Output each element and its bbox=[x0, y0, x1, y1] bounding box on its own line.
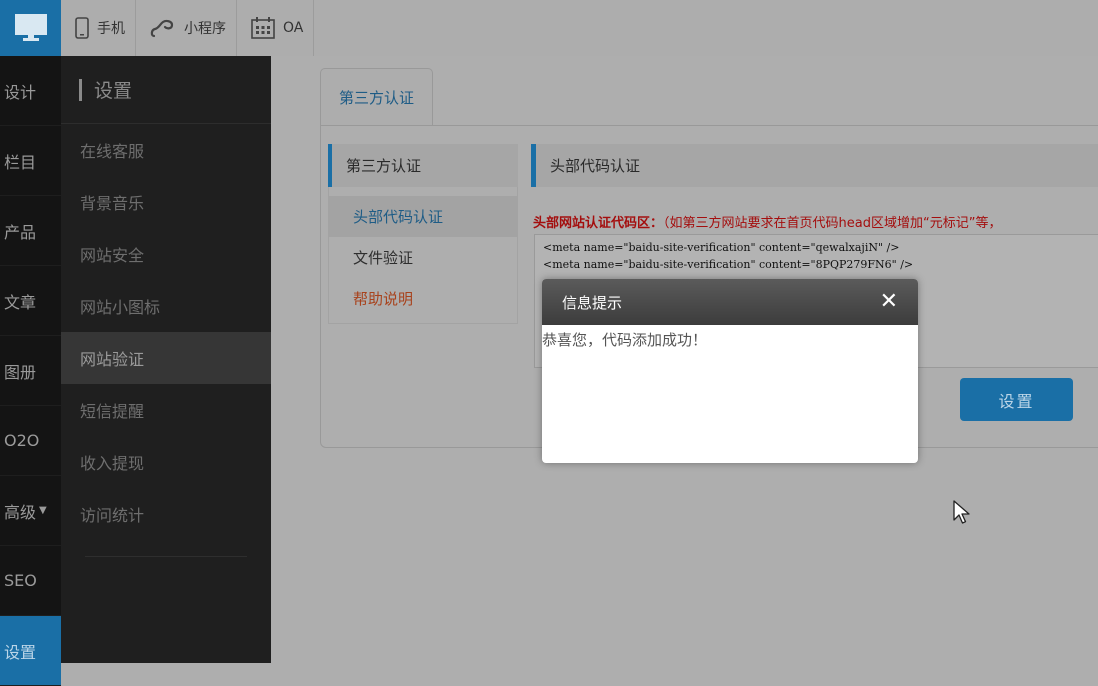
tab-third-party-auth[interactable]: 第三方认证 bbox=[320, 68, 433, 126]
mouse-cursor-icon bbox=[953, 500, 970, 524]
monitor-icon bbox=[14, 14, 47, 41]
rail-item-seo[interactable]: SEO bbox=[0, 546, 61, 616]
sidebar-item-label: 网站安全 bbox=[80, 246, 145, 265]
rail-item-o2o[interactable]: O2O bbox=[0, 406, 61, 476]
sidebar-item-online-service[interactable]: 在线客服 bbox=[61, 124, 271, 176]
subnav-item-file-verification[interactable]: 文件验证 bbox=[329, 237, 517, 278]
code-area-label: 头部网站认证代码区：（如第三方网站要求在首页代码head区域增加“元标记”等， bbox=[533, 212, 1098, 231]
subnav-list: 头部代码认证 文件验证 帮助说明 bbox=[328, 187, 518, 324]
rail-item-articles[interactable]: 文章 bbox=[0, 266, 61, 336]
title-bar-mark bbox=[79, 78, 82, 101]
rail-item-label: 文章 bbox=[4, 292, 37, 312]
sidebar-title: 设置 bbox=[61, 56, 271, 124]
info-dialog: 信息提示 ✕ 恭喜您，代码添加成功！ bbox=[542, 279, 918, 463]
rail-item-advanced[interactable]: 高级 ▼ bbox=[0, 476, 61, 546]
sidebar-item-visit-stats[interactable]: 访问统计 bbox=[61, 488, 271, 540]
subnav-item-label: 帮助说明 bbox=[353, 290, 414, 308]
rail-item-label: 设计 bbox=[4, 82, 37, 102]
rail-item-design[interactable]: 设计 bbox=[0, 56, 61, 126]
top-nav: 手机 小程序 OA bbox=[61, 0, 315, 56]
code-area-label-rest: （如第三方网站要求在首页代码head区域增加“元标记”等， bbox=[663, 216, 1002, 231]
rail-item-label: 产品 bbox=[4, 222, 37, 242]
subnav-item-label: 头部代码认证 bbox=[353, 208, 444, 226]
top-nav-phone[interactable]: 手机 bbox=[61, 0, 136, 56]
top-bar: 手机 小程序 OA bbox=[0, 0, 1098, 56]
top-nav-mini-program[interactable]: 小程序 bbox=[136, 0, 237, 56]
calendar-icon bbox=[251, 17, 275, 39]
sidebar-item-label: 短信提醒 bbox=[80, 402, 145, 421]
sidebar-item-withdrawal[interactable]: 收入提现 bbox=[61, 436, 271, 488]
subnav-item-help[interactable]: 帮助说明 bbox=[329, 278, 517, 319]
subnav-title: 第三方认证 bbox=[328, 144, 518, 187]
mini-program-icon bbox=[150, 16, 176, 40]
rail-item-columns[interactable]: 栏目 bbox=[0, 126, 61, 196]
sidebar-item-label: 网站小图标 bbox=[80, 298, 161, 317]
rail-item-label: 高级 bbox=[4, 502, 37, 522]
subnav-item-head-code[interactable]: 头部代码认证 bbox=[329, 196, 517, 237]
caret-down-icon: ▼ bbox=[39, 505, 47, 516]
rail-item-label: SEO bbox=[4, 571, 37, 590]
top-nav-label: OA bbox=[283, 20, 304, 36]
sidebar-item-label: 收入提现 bbox=[80, 454, 145, 473]
top-nav-oa[interactable]: OA bbox=[237, 0, 315, 56]
dialog-header: 信息提示 ✕ bbox=[542, 279, 918, 325]
code-area-label-bold: 头部网站认证代码区： bbox=[533, 216, 664, 231]
rail-item-products[interactable]: 产品 bbox=[0, 196, 61, 266]
phone-icon bbox=[75, 17, 89, 39]
sidebar-item-site-verification[interactable]: 网站验证 bbox=[61, 332, 271, 384]
sidebar-item-label: 网站验证 bbox=[80, 350, 145, 369]
rail-item-settings[interactable]: 设置 bbox=[0, 616, 61, 686]
sidebar-item-site-security[interactable]: 网站安全 bbox=[61, 228, 271, 280]
sidebar-item-background-music[interactable]: 背景音乐 bbox=[61, 176, 271, 228]
sidebar-item-label: 访问统计 bbox=[80, 506, 145, 525]
settings-sidebar: 设置 在线客服 背景音乐 网站安全 网站小图标 网站验证 短信提醒 收入提现 访… bbox=[61, 56, 271, 663]
top-nav-label: 手机 bbox=[97, 21, 125, 37]
main-rail: 设计 栏目 产品 文章 图册 O2O 高级 ▼ SEO 设置 bbox=[0, 56, 61, 686]
close-icon[interactable]: ✕ bbox=[880, 291, 898, 313]
rail-item-label: 设置 bbox=[4, 642, 37, 662]
sidebar-item-label: 背景音乐 bbox=[80, 194, 145, 213]
rail-item-albums[interactable]: 图册 bbox=[0, 336, 61, 406]
tab-strip: 第三方认证 bbox=[271, 56, 1098, 126]
dialog-title: 信息提示 bbox=[562, 293, 623, 312]
rail-item-label: 栏目 bbox=[4, 152, 37, 172]
dialog-message: 恭喜您，代码添加成功！ bbox=[542, 331, 708, 349]
sidebar-title-text: 设置 bbox=[94, 80, 133, 102]
rail-item-label: O2O bbox=[4, 431, 40, 450]
sidebar-item-label: 在线客服 bbox=[80, 142, 145, 161]
sidebar-item-favicon[interactable]: 网站小图标 bbox=[61, 280, 271, 332]
rail-item-label: 图册 bbox=[4, 362, 37, 382]
settings-submit-button[interactable]: 设置 bbox=[960, 378, 1073, 421]
section-title: 头部代码认证 bbox=[531, 144, 1098, 187]
desktop-logo-button[interactable] bbox=[0, 0, 61, 56]
top-nav-label: 小程序 bbox=[184, 21, 226, 37]
subnav-item-label: 文件验证 bbox=[353, 249, 414, 267]
sidebar-item-sms-reminder[interactable]: 短信提醒 bbox=[61, 384, 271, 436]
sidebar-divider bbox=[85, 556, 247, 557]
subnav-panel: 第三方认证 头部代码认证 文件验证 帮助说明 bbox=[328, 144, 518, 324]
